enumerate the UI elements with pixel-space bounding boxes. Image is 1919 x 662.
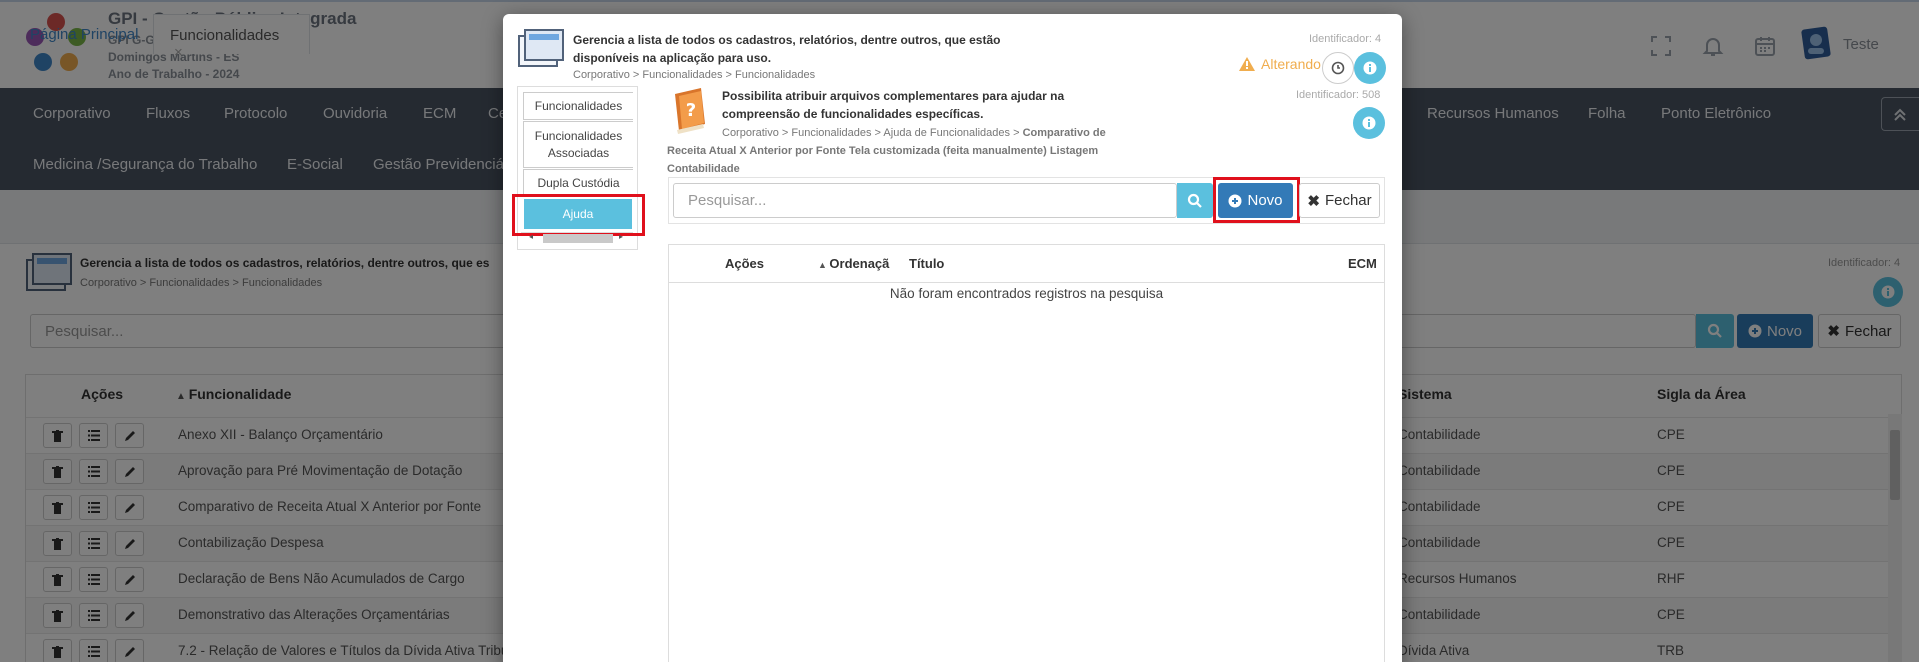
help-col-actions: Ações bbox=[725, 256, 765, 271]
modal-identifier: Identificador: 4 bbox=[1309, 33, 1382, 45]
help-close-button[interactable]: ✖ Fechar bbox=[1299, 183, 1380, 218]
help-col-ecm[interactable]: ECM bbox=[1348, 256, 1377, 271]
status-label: Alterando bbox=[1261, 56, 1321, 72]
history-button[interactable] bbox=[1322, 52, 1354, 84]
modal-info-button[interactable] bbox=[1354, 52, 1386, 84]
clock-icon bbox=[1331, 61, 1345, 75]
empty-message: Não foram encontrados registros na pesqu… bbox=[889, 286, 1164, 301]
status-altering: Alterando bbox=[1238, 56, 1321, 72]
button-label: Novo bbox=[1247, 192, 1283, 209]
modal-page-icon bbox=[517, 28, 567, 72]
info-icon bbox=[1362, 116, 1376, 130]
help-new-button[interactable]: Novo bbox=[1218, 183, 1293, 218]
info-icon bbox=[1363, 61, 1377, 75]
svg-text:?: ? bbox=[686, 100, 696, 121]
search-icon bbox=[1187, 193, 1203, 209]
help-col-order[interactable]: ▲ Ordenaçã bbox=[818, 256, 896, 271]
help-info-button[interactable] bbox=[1353, 107, 1385, 139]
help-table bbox=[668, 244, 1385, 662]
help-search-button[interactable] bbox=[1177, 183, 1213, 218]
sidebar-item-ajuda[interactable]: Ajuda bbox=[524, 199, 632, 229]
warning-icon bbox=[1238, 56, 1256, 72]
help-search-input[interactable]: Pesquisar... bbox=[673, 183, 1177, 218]
help-table-header-divider bbox=[669, 282, 1384, 283]
help-breadcrumb: Corporativo > Funcionalidades > Ajuda de… bbox=[667, 127, 1106, 175]
close-x-icon: ✖ bbox=[1307, 192, 1320, 210]
sidebar-item-funcionalidades[interactable]: Funcionalidades bbox=[523, 92, 633, 120]
sidebar-item-dupla-custodia[interactable]: Dupla Custódia bbox=[523, 169, 633, 197]
help-description: Possibilita atribuir arquivos complement… bbox=[722, 89, 1065, 121]
help-col-title[interactable]: Título bbox=[909, 256, 944, 271]
help-identifier: Identificador: 508 bbox=[1296, 89, 1381, 101]
sidebar-item-funcionalidades-associadas[interactable]: Funcionalidades Associadas bbox=[523, 121, 633, 168]
plus-circle-icon bbox=[1228, 194, 1242, 208]
modal-description: Gerencia a lista de todos os cadastros, … bbox=[573, 33, 1001, 65]
button-label: Fechar bbox=[1324, 192, 1372, 209]
sidebar-scrollbar[interactable]: ◂ ▸ bbox=[521, 232, 633, 244]
modal-breadcrumb: Corporativo > Funcionalidades > Funciona… bbox=[573, 69, 816, 81]
